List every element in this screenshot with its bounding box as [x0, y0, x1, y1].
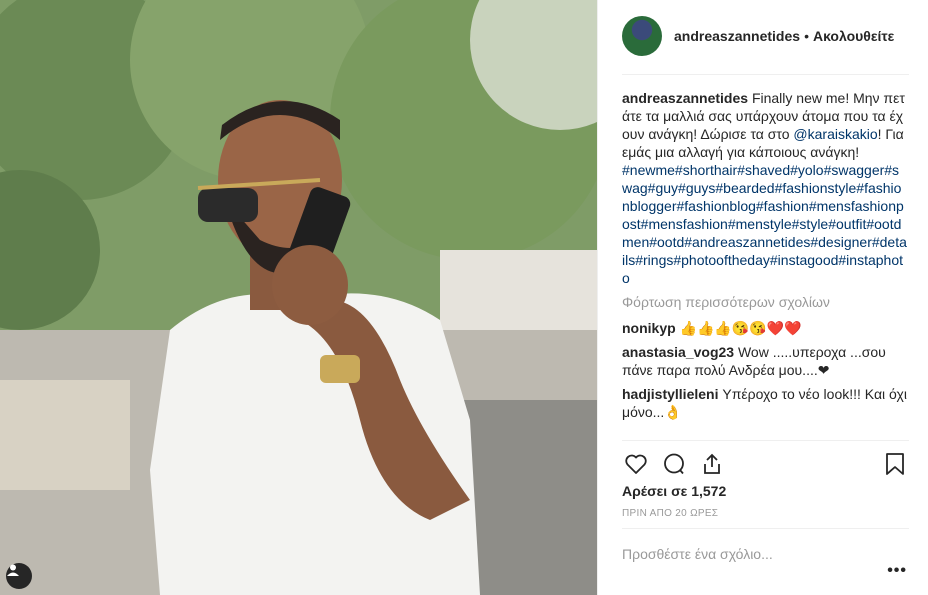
- bookmark-icon[interactable]: [881, 450, 909, 478]
- caption-hashtags[interactable]: #newme#shorthair#shaved#yolo#swagger#swa…: [622, 162, 907, 286]
- post-side-panel: andreaszannetides • Ακολουθείτε andreasz…: [597, 0, 928, 595]
- action-bar: [622, 440, 909, 487]
- comment-row: anastasia_vog23 Wow .....υπεροχα ...σου …: [622, 343, 907, 379]
- more-options-button[interactable]: •••: [887, 562, 907, 580]
- load-more-comments-link[interactable]: Φόρτωση περισσότερων σχολίων: [622, 293, 907, 311]
- post-header: andreaszannetides • Ακολουθείτε: [622, 16, 894, 56]
- add-comment-input[interactable]: Προσθέστε ένα σχόλιο...: [622, 546, 773, 562]
- photo-illustration: [0, 0, 597, 595]
- caption-username[interactable]: andreaszannetides: [622, 90, 748, 106]
- post-caption: andreaszannetides Finally new me! Μην πε…: [622, 89, 907, 287]
- follow-status-button[interactable]: Ακολουθείτε: [813, 28, 894, 44]
- comments-list: andreaszannetides Finally new me! Μην πε…: [622, 89, 907, 439]
- comment-icon[interactable]: [660, 450, 688, 478]
- heart-icon[interactable]: [622, 450, 650, 478]
- comment-row: hadjistyllieleni Υπέροχο το νέο look!!! …: [622, 385, 907, 421]
- comment-username[interactable]: anastasia_vog23: [622, 344, 734, 360]
- header-divider: [622, 74, 909, 75]
- comment-username[interactable]: nonikyp: [622, 320, 676, 336]
- avatar[interactable]: [622, 16, 662, 56]
- post-photo[interactable]: [0, 0, 597, 595]
- caption-mention-link[interactable]: @karaiskakio: [793, 126, 877, 142]
- post-timestamp[interactable]: ΠΡΙΝ ΑΠΟ 20 ΩΡΕΣ: [622, 508, 718, 519]
- comment-username[interactable]: hadjistyllieleni: [622, 386, 718, 402]
- comment-text: 👍👍👍😘😘❤️❤️: [675, 320, 802, 336]
- comment-row: nonikyp 👍👍👍😘😘❤️❤️: [622, 319, 907, 337]
- header-username[interactable]: andreaszannetides: [674, 28, 800, 44]
- comment-divider: [622, 528, 909, 529]
- share-icon[interactable]: [698, 450, 726, 478]
- user-tag-icon[interactable]: [6, 563, 32, 589]
- likes-count[interactable]: Αρέσει σε 1,572: [622, 483, 726, 499]
- header-separator: •: [804, 28, 809, 44]
